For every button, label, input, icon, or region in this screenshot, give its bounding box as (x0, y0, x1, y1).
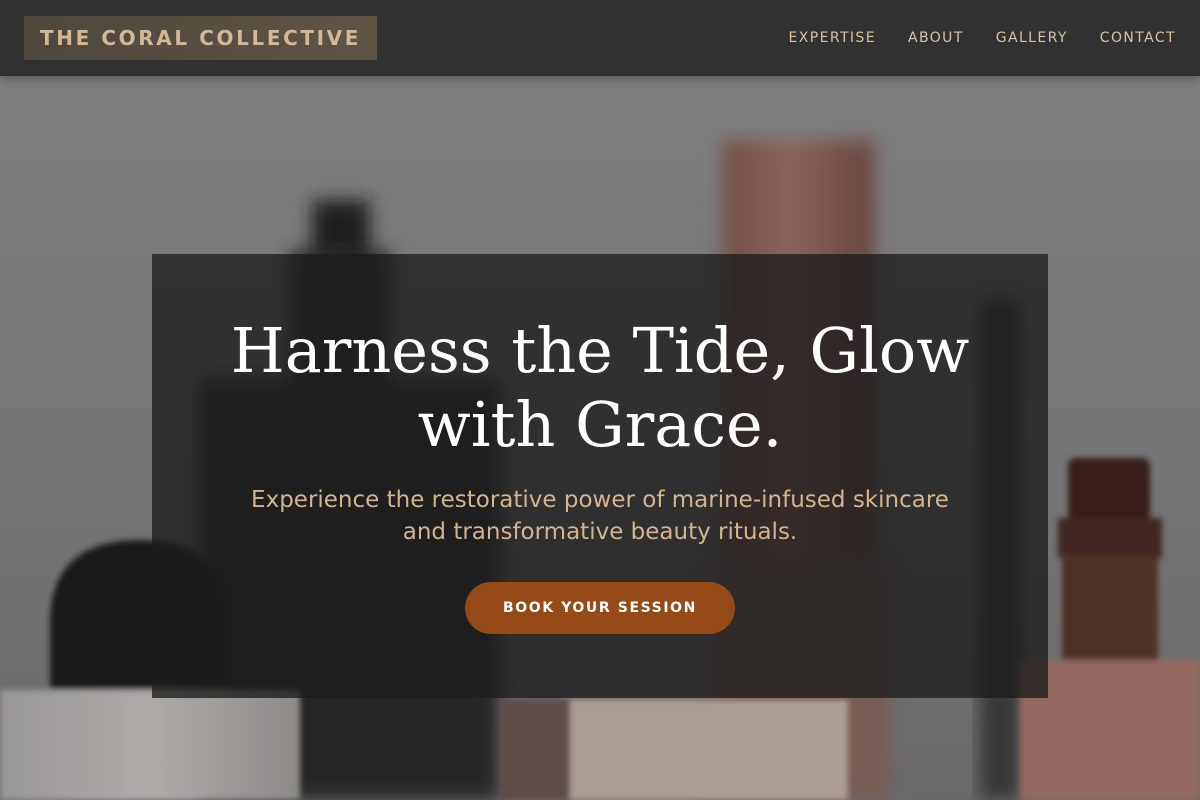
nav-link-expertise[interactable]: EXPERTISE (789, 30, 876, 46)
hero-subtitle-line: Experience the restorative power of mari… (251, 487, 949, 513)
hero-subtitle-line: and transformative beauty rituals. (402, 519, 798, 545)
landing-page: THE CORAL COLLECTIVE EXPERTISE ABOUT GAL… (0, 0, 1200, 800)
nav-link-gallery[interactable]: GALLERY (996, 30, 1068, 46)
hero-title: Harness the Tide, Glow with Grace. (0, 314, 1200, 462)
top-navbar: THE CORAL COLLECTIVE EXPERTISE ABOUT GAL… (0, 0, 1200, 76)
hero-title-line: with Grace. (417, 388, 783, 461)
book-session-button[interactable]: BOOK YOUR SESSION (465, 582, 735, 634)
hero-subtitle: Experience the restorative power of mari… (0, 484, 1200, 548)
hero-title-line: Harness the Tide, Glow (230, 314, 970, 387)
main-nav: EXPERTISE ABOUT GALLERY CONTACT (789, 0, 1176, 76)
nav-link-about[interactable]: ABOUT (908, 30, 964, 46)
brand-logo[interactable]: THE CORAL COLLECTIVE (24, 16, 378, 60)
nav-link-contact[interactable]: CONTACT (1100, 30, 1176, 46)
